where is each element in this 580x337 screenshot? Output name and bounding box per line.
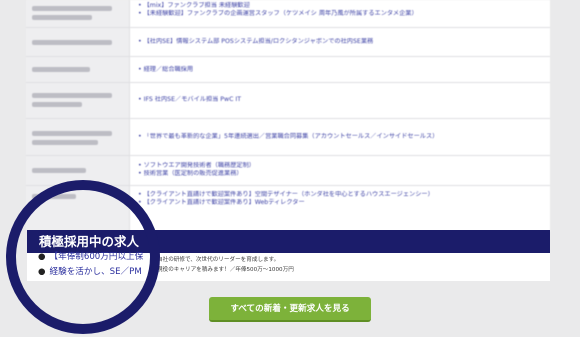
featured-job-item[interactable]: ● 【年俸制600万円以上保 — [38, 250, 143, 265]
job-link[interactable]: 【未経験歓迎】ファンクラブの企画運営スタッフ（ケツメイシ 周年乃風が所属するエン… — [138, 10, 544, 18]
table-row: 【クライアント直請けで歓迎案件あり】空間デザイナー（ホンダ社を中心とするハウスエ… — [26, 186, 550, 232]
job-links: 「世界で最も革新的な企業」5年連続選出／営業職合同募集（アカウントセールス／イン… — [138, 133, 544, 155]
company-name-cell[interactable] — [26, 57, 130, 82]
featured-job-item[interactable]: ● 経験を活かし、SE／PM — [38, 265, 143, 280]
company-name-cell[interactable] — [26, 0, 130, 27]
job-links: 経理／総合職採用 — [138, 66, 544, 82]
job-links: 【クライアント直請けで歓迎案件あり】空間デザイナー（ホンダ社を中心とするハウスエ… — [138, 191, 544, 232]
job-link[interactable]: 技術営業（医定制の販売促進業務） — [138, 170, 544, 178]
job-links: 【社内SE】情報システム部 POSシステム担当/ロクシタンジャポンでの社内SE業… — [138, 38, 544, 56]
company-name-cell[interactable] — [26, 156, 130, 185]
bullet-icon: ● — [38, 252, 46, 262]
table-row: 経理／総合職採用 — [26, 57, 550, 83]
job-links: ソフトウエア開発技術者（職務歴定制） 技術営業（医定制の販売促進業務） — [138, 162, 544, 185]
featured-job-link[interactable]: 【年俸制600万円以上保 — [50, 252, 144, 262]
bullet-icon: ● — [38, 267, 46, 277]
table-row: IFS 社内SE／モバイル担当 PwC IT — [26, 83, 550, 119]
job-links: IFS 社内SE／モバイル担当 PwC IT — [138, 96, 544, 118]
company-name-cell[interactable] — [26, 28, 130, 56]
job-link[interactable]: 「世界で最も革新的な企業」5年連続選出／営業職合同募集（アカウントセールス／イン… — [138, 133, 544, 141]
job-link[interactable]: 【社内SE】情報システム部 POSシステム担当/ロクシタンジャポンでの社内SE業… — [138, 38, 544, 46]
company-job-table: 【mix】ファンクラブ担当 未経験歓迎 【未経験歓迎】ファンクラブの企画運営スタ… — [26, 0, 550, 232]
job-link[interactable]: 【クライアント直請けで歓迎案件あり】空間デザイナー（ホンダ社を中心とするハウスエ… — [138, 191, 544, 199]
company-name-cell[interactable] — [26, 83, 130, 118]
job-link[interactable]: 【クライアント直請けで歓迎案件あり】Webディレクター — [138, 199, 544, 207]
featured-desc-line: 現役のキャリアを積みます！／年俸500万〜1000万円 — [157, 267, 294, 273]
table-row: 「世界で最も革新的な企業」5年連続選出／営業職合同募集（アカウントセールス／イン… — [26, 119, 550, 156]
featured-jobs-description: 自社の研修で、次世代のリーダーを育成します。 現役のキャリアを積みます！／年俸5… — [157, 255, 294, 275]
featured-jobs-list: ● 【年俸制600万円以上保 ● 経験を活かし、SE／PM — [38, 250, 143, 280]
job-link[interactable]: ソフトウエア開発技術者（職務歴定制） — [138, 162, 544, 170]
job-listing-page: 【mix】ファンクラブ担当 未経験歓迎 【未経験歓迎】ファンクラブの企画運営スタ… — [0, 0, 580, 337]
featured-job-link[interactable]: 経験を活かし、SE／PM — [50, 267, 142, 277]
company-name-cell[interactable] — [26, 119, 130, 155]
view-all-jobs-button[interactable]: すべての新着・更新求人を見る — [209, 297, 371, 322]
job-link[interactable]: 経理／総合職採用 — [138, 66, 544, 74]
job-link[interactable]: 【mix】ファンクラブ担当 未経験歓迎 — [138, 2, 544, 10]
table-row: 【社内SE】情報システム部 POSシステム担当/ロクシタンジャポンでの社内SE業… — [26, 28, 550, 57]
job-links: 【mix】ファンクラブ担当 未経験歓迎 【未経験歓迎】ファンクラブの企画運営スタ… — [138, 2, 544, 27]
table-row: ソフトウエア開発技術者（職務歴定制） 技術営業（医定制の販売促進業務） — [26, 156, 550, 186]
company-name-cell[interactable] — [26, 186, 130, 232]
table-row: 【mix】ファンクラブ担当 未経験歓迎 【未経験歓迎】ファンクラブの企画運営スタ… — [26, 0, 550, 28]
featured-desc-line: 自社の研修で、次世代のリーダーを育成します。 — [157, 257, 280, 263]
job-link[interactable]: IFS 社内SE／モバイル担当 PwC IT — [138, 96, 544, 104]
